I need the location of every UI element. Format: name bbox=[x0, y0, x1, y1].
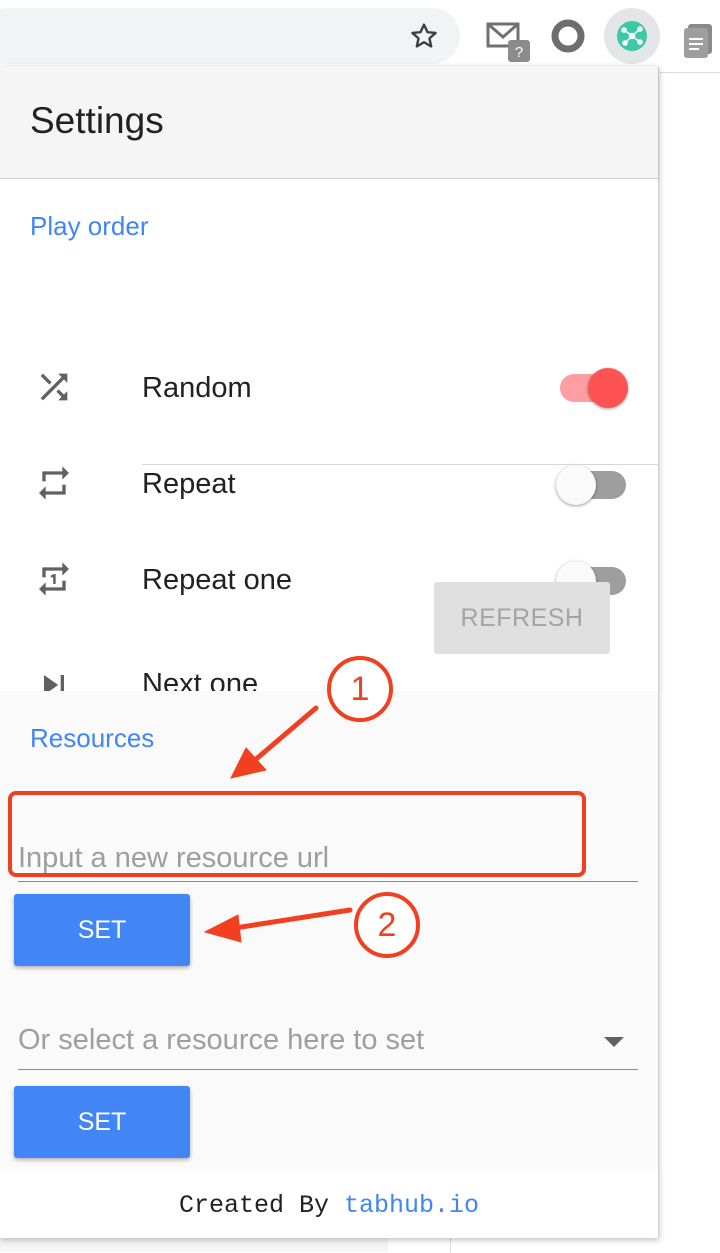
annotation-arrows bbox=[203, 705, 353, 943]
callout-2: 2 bbox=[354, 892, 420, 958]
callout-1: 1 bbox=[327, 656, 393, 722]
